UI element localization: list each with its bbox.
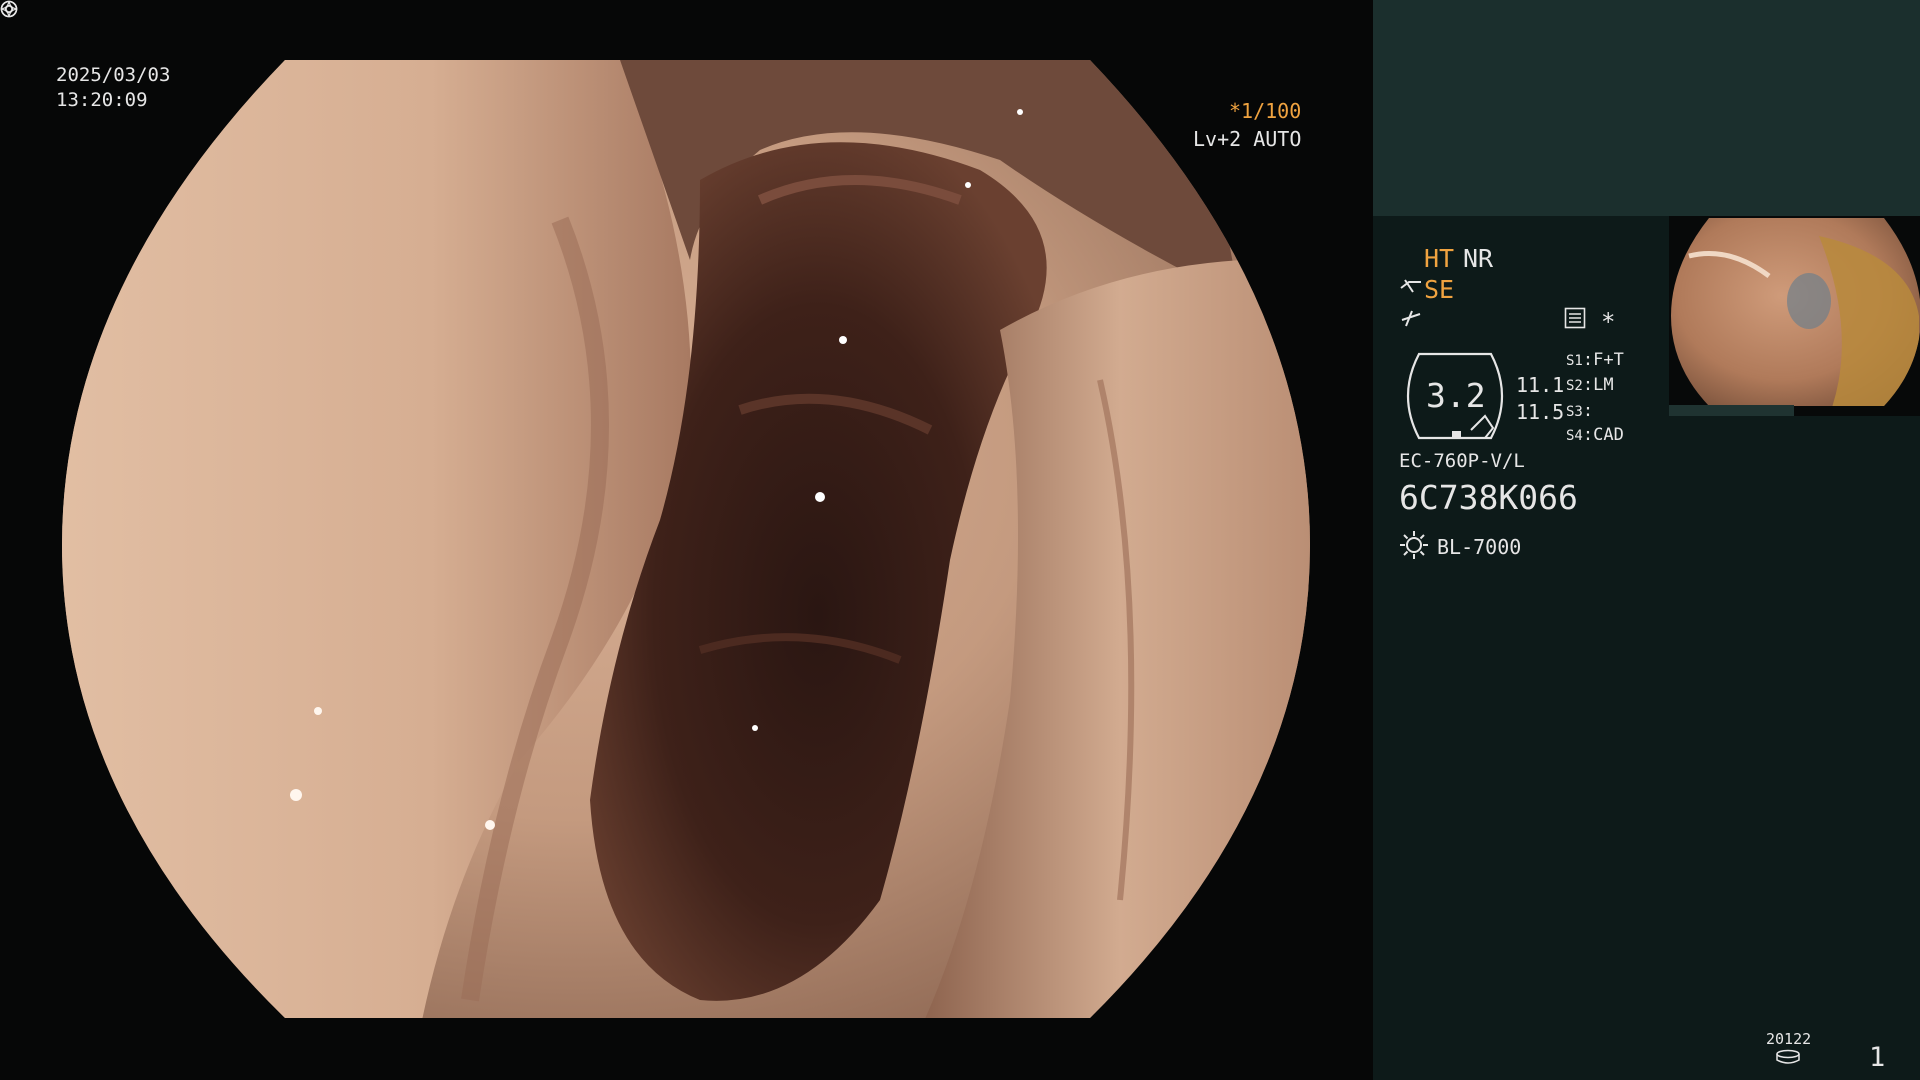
image-counter: 20122 (1766, 1030, 1812, 1048)
asterisk-mark: * (1601, 308, 1616, 336)
switch-separator: : (1582, 401, 1594, 421)
light-source-icon (1400, 531, 1428, 559)
switch-label: S3 (1566, 404, 1583, 420)
endoscope-view: 2025/03/03 13:20:09 *1/100 Lv+2 AUTO (0, 0, 1373, 1080)
page-number: 1 (1869, 1042, 1886, 1073)
zoom-value: 3.2 (1426, 376, 1486, 415)
switch-separator: : (1582, 425, 1594, 445)
panel-header (1373, 0, 1920, 216)
exam-date: 2025/03/03 (56, 64, 171, 86)
switch-label: S4 (1566, 428, 1583, 444)
scope-model: EC-760P-V/L (1399, 450, 1525, 472)
brightness-level: Lv+2 AUTO (1193, 127, 1302, 151)
nr-indicator: NR (1463, 244, 1494, 273)
exam-time: 13:20:09 (56, 89, 148, 111)
endoscope-image (62, 60, 1310, 1018)
switch-value: F+T (1593, 350, 1624, 370)
iris-icon (0, 0, 18, 18)
settings-list-icon (1564, 307, 1586, 329)
scope-serial: 6C738K066 (1399, 478, 1578, 517)
info-panel: HT NR SE * 3.2 11.1 11.5 S1:F+T S2:LM S3… (1373, 0, 1920, 1080)
switch-value: LM (1593, 375, 1614, 395)
se-indicator: SE (1424, 275, 1455, 304)
switch-label: S1 (1566, 353, 1583, 369)
switch-s4: S4:CAD (1566, 427, 1624, 444)
switch-separator: : (1582, 375, 1594, 395)
switch-separator: : (1582, 350, 1594, 370)
switch-label: S2 (1566, 378, 1583, 394)
setting-value-2: 11.5 (1516, 400, 1565, 424)
thumbnail-image (1671, 218, 1920, 406)
storage-disk-icon (1776, 1049, 1800, 1064)
switch-s1: S1:F+T (1566, 352, 1624, 369)
setting-value-1: 11.1 (1516, 373, 1565, 397)
freeze-icon (1401, 310, 1421, 327)
structure-enhance-icon (1400, 279, 1421, 293)
ht-indicator: HT (1424, 244, 1455, 273)
shutter-speed: *1/100 (1229, 99, 1302, 123)
light-source-model: BL-7000 (1437, 535, 1522, 559)
switch-s3: S3: (1566, 403, 1593, 420)
thumbnail-preview[interactable] (1669, 216, 1920, 416)
switch-s2: S2:LM (1566, 377, 1614, 394)
thumbnail-bar (1669, 405, 1794, 416)
switch-value: CAD (1593, 425, 1624, 445)
